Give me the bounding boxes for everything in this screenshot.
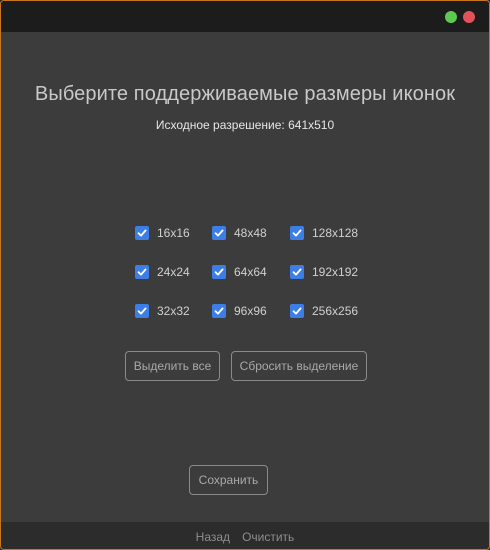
checkbox-checked-icon[interactable] xyxy=(212,265,226,279)
source-resolution-label: Исходное разрешение: 641x510 xyxy=(155,118,335,132)
reset-selection-button[interactable]: Сбросить выделение xyxy=(231,351,367,381)
checkbox-checked-icon[interactable] xyxy=(290,265,304,279)
checkbox-checked-icon[interactable] xyxy=(290,226,304,240)
page-title: Выберите поддерживаемые размеры иконок xyxy=(34,83,456,105)
size-option-24[interactable]: 24x24 xyxy=(135,264,190,280)
checkbox-checked-icon[interactable] xyxy=(135,226,149,240)
size-option-96[interactable]: 96x96 xyxy=(212,303,267,319)
select-all-button[interactable]: Выделить все xyxy=(125,351,220,381)
title-bar xyxy=(1,1,489,32)
footer-bar: Назад Очистить xyxy=(1,522,489,549)
maximize-button[interactable] xyxy=(445,11,457,23)
size-option-label: 24x24 xyxy=(157,265,190,279)
checkbox-checked-icon[interactable] xyxy=(212,304,226,318)
save-button[interactable]: Сохранить xyxy=(189,465,268,495)
size-option-label: 192x192 xyxy=(312,265,359,279)
close-button[interactable] xyxy=(463,11,475,23)
checkbox-checked-icon[interactable] xyxy=(290,304,304,318)
size-option-16[interactable]: 16x16 xyxy=(135,225,190,241)
size-option-256[interactable]: 256x256 xyxy=(290,303,358,319)
size-option-label: 64x64 xyxy=(234,265,267,279)
checkbox-checked-icon[interactable] xyxy=(135,265,149,279)
clear-link[interactable]: Очистить xyxy=(242,530,294,544)
app-window: Выберите поддерживаемые размеры иконок И… xyxy=(0,0,490,550)
size-option-64[interactable]: 64x64 xyxy=(212,264,267,280)
size-option-label: 96x96 xyxy=(234,304,267,318)
size-option-label: 48x48 xyxy=(234,226,267,240)
back-link[interactable]: Назад xyxy=(196,530,230,544)
size-option-label: 256x256 xyxy=(312,304,359,318)
checkbox-checked-icon[interactable] xyxy=(212,226,226,240)
size-option-192[interactable]: 192x192 xyxy=(290,264,358,280)
size-option-32[interactable]: 32x32 xyxy=(135,303,190,319)
size-option-128[interactable]: 128x128 xyxy=(290,225,358,241)
checkbox-checked-icon[interactable] xyxy=(135,304,149,318)
size-option-label: 32x32 xyxy=(157,304,190,318)
size-option-48[interactable]: 48x48 xyxy=(212,225,267,241)
size-option-label: 16x16 xyxy=(157,226,190,240)
size-option-label: 128x128 xyxy=(312,226,359,240)
